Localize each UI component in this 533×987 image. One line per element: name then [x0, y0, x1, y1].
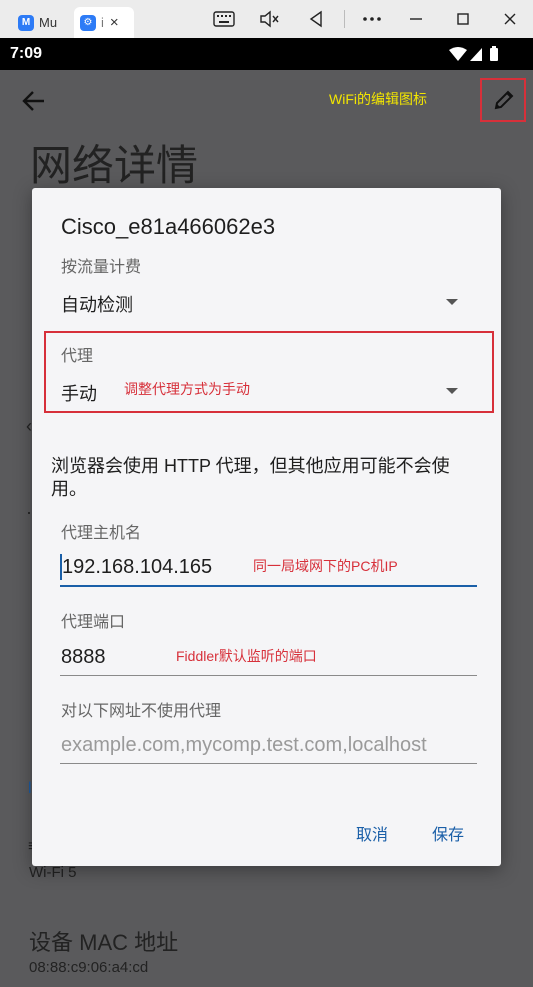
wifi-standard-value: Wi-Fi 5	[29, 864, 77, 881]
proxy-bypass-input[interactable]: example.com,mycomp.test.com,localhost	[60, 726, 477, 766]
close-icon[interactable]	[499, 8, 521, 30]
cancel-button[interactable]: 取消	[356, 821, 388, 845]
proxy-label: 代理	[61, 348, 94, 365]
metered-value: 自动检测	[61, 295, 133, 315]
back-nav-icon[interactable]	[305, 8, 327, 30]
proxy-port-annotation: Fiddler默认监听的端口	[176, 648, 317, 664]
proxy-dropdown[interactable]: 手动 调整代理方式为手动	[54, 372, 479, 408]
tab-close-icon[interactable]: ×	[110, 14, 119, 31]
input-underline	[60, 675, 477, 676]
tab-mumu[interactable]: M Mu	[12, 7, 67, 38]
tab-settings[interactable]: ⚙ i ×	[74, 7, 134, 38]
proxy-annotation: 调整代理方式为手动	[124, 381, 250, 397]
proxy-host-value: 192.168.104.165	[62, 556, 213, 578]
back-arrow-icon[interactable]	[22, 90, 46, 117]
proxy-warning-text: 浏览器会使用 HTTP 代理，但其他应用可能不会使用。	[51, 456, 450, 499]
proxy-settings-dialog: Cisco_e81a466062e3 按流量计费 自动检测 代理 手动 调整代理…	[32, 188, 501, 866]
edit-pencil-icon[interactable]	[492, 88, 516, 117]
toolbar-divider	[344, 10, 345, 28]
proxy-host-input[interactable]: 192.168.104.165 同一局域网下的PC机IP	[60, 548, 477, 588]
minimize-icon[interactable]	[405, 8, 427, 30]
emulator-toolbar: M Mu ⚙ i ×	[0, 0, 533, 38]
mac-address-value: 08:88:c9:06:a4:cd	[29, 959, 149, 976]
mute-icon[interactable]	[259, 8, 281, 30]
proxy-port-label: 代理端口	[61, 614, 126, 631]
proxy-port-input[interactable]: 8888 Fiddler默认监听的端口	[60, 638, 477, 678]
status-icons	[449, 46, 498, 61]
proxy-bypass-label: 对以下网址不使用代理	[61, 703, 222, 720]
chevron-down-icon	[446, 299, 458, 305]
metered-dropdown[interactable]: 自动检测	[54, 283, 479, 319]
proxy-value: 手动	[61, 384, 97, 404]
mac-address-label: 设备 MAC 地址	[29, 930, 179, 955]
chevron-down-icon	[446, 388, 458, 394]
proxy-port-value: 8888	[61, 646, 106, 668]
proxy-bypass-placeholder: example.com,mycomp.test.com,localhost	[61, 734, 427, 756]
save-button[interactable]: 保存	[432, 821, 464, 845]
settings-icon: ⚙	[80, 14, 96, 31]
tab-label: Mu	[39, 15, 58, 30]
proxy-host-annotation: 同一局域网下的PC机IP	[253, 558, 398, 574]
status-time: 7:09	[10, 45, 43, 62]
maximize-icon[interactable]	[452, 8, 474, 30]
dialog-ssid-title: Cisco_e81a466062e3	[61, 214, 276, 239]
input-underline-focused	[60, 585, 477, 587]
keyboard-icon[interactable]	[213, 8, 235, 30]
proxy-host-label: 代理主机名	[61, 525, 142, 542]
tab-label: i	[101, 15, 104, 30]
edit-icon-annotation: WiFi的编辑图标	[329, 91, 427, 107]
input-underline	[60, 763, 477, 764]
metered-label: 按流量计费	[61, 259, 142, 276]
status-bar: 7:09	[0, 38, 533, 70]
page-title: 网络详情	[30, 142, 199, 189]
more-icon[interactable]	[361, 8, 383, 30]
mumu-icon: M	[18, 14, 34, 31]
